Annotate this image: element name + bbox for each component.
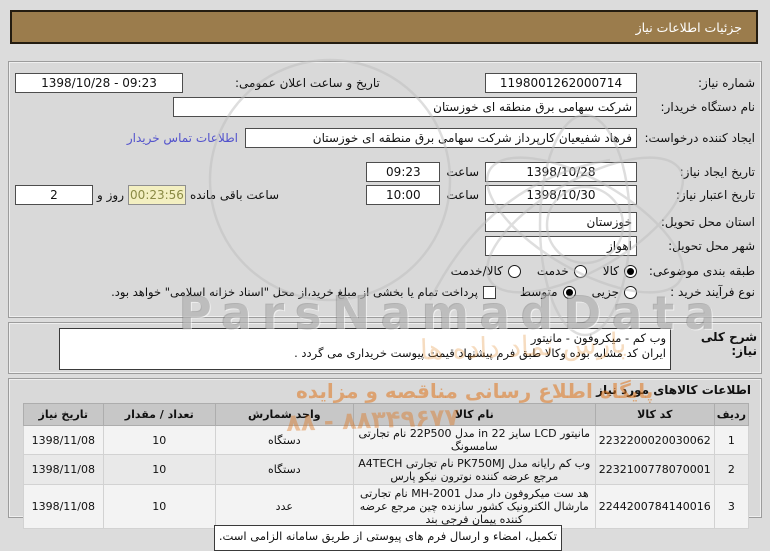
need-details-page: جزئیات اطلاعات نیاز شماره نیاز: 11980012… (0, 0, 770, 551)
days-remaining-label: روز و (97, 188, 124, 202)
need-info-panel: شماره نیاز: 1198001262000714 تاریخ و ساع… (8, 61, 762, 318)
cell-item-name: هد ست میکروفون دار مدل MH-2001 نام تجارت… (352, 484, 596, 529)
page-title-bar: جزئیات اطلاعات نیاز (10, 10, 758, 44)
cell-item-name: مانیتور LCD سایز 22 in مدل 22P500 نام تج… (352, 425, 596, 455)
items-table: ردیف کد کالا نام کالا واحد شمارش تعداد /… (22, 403, 750, 529)
table-row[interactable]: 3 2244200784140016 هد ست میکروفون دار مد… (22, 484, 750, 529)
countdown-timer: 00:23:56 (128, 185, 186, 205)
created-time-field[interactable]: 09:23 (366, 162, 441, 182)
need-number-label: شماره نیاز: (698, 76, 755, 90)
description-line-1: وب کم - میکروفون - مانیتور (530, 331, 666, 345)
cell-item-name: وب کم رایانه مدل PK750MJ نام تجارتی A4TE… (352, 454, 596, 485)
row-need-number: شماره نیاز: 1198001262000714 تاریخ و ساع… (15, 73, 755, 93)
required-items-panel: اطلاعات کالاهای مورد نیاز ردیف کد کالا ن… (8, 378, 762, 529)
description-field[interactable]: وب کم - میکروفون - مانیتور ایران کد مشاب… (59, 328, 671, 370)
treasury-docs-label: پرداخت تمام یا بخشی از مبلغ خرید،از محل … (111, 285, 478, 299)
radio-minor-icon[interactable] (624, 285, 637, 299)
row-process-type: نوع فرآیند خرید : جزیی متوسط پرداخت تمام… (15, 285, 755, 299)
radio-minor-label: جزیی (591, 285, 619, 299)
created-time-label: ساعت (446, 165, 479, 179)
radio-medium-icon[interactable] (562, 285, 576, 299)
validity-date-label: تاریخ اعتبار نیاز: (675, 188, 755, 202)
cell-item-code: 2232100778070001 (594, 454, 715, 485)
radio-option-goods-service[interactable]: کالا/خدمت (451, 264, 521, 278)
radio-option-minor[interactable]: جزیی (592, 285, 637, 299)
cell-item-unit: عدد (214, 484, 354, 529)
cell-item-date: 1398/11/08 (22, 484, 104, 529)
need-number-field[interactable]: 1198001262000714 (485, 73, 637, 93)
process-type-label: نوع فرآیند خرید : (670, 285, 755, 299)
footer-note: تکمیل، امضاء و ارسال فرم های پیوستی از ط… (214, 525, 562, 551)
creator-field[interactable]: فرهاد شفیعیان کارپرداز شرکت سهامی برق من… (245, 128, 637, 148)
col-header-code: کد کالا (594, 403, 715, 426)
radio-goods-service-label: کالا/خدمت (450, 264, 503, 278)
cell-row-number: 1 (713, 425, 750, 455)
cell-item-qty: 10 (102, 484, 216, 529)
cell-item-date: 1398/11/08 (22, 425, 104, 455)
row-created-date: تاریخ ایجاد نیاز: 1398/10/28 ساعت 09:23 (15, 162, 755, 182)
validity-time-field[interactable]: 10:00 (366, 185, 441, 205)
created-date-field[interactable]: 1398/10/28 (485, 162, 637, 182)
radio-goods-label: کالا (602, 264, 619, 278)
col-header-unit: واحد شمارش (214, 403, 354, 426)
city-label: شهر محل تحویل: (668, 239, 755, 253)
buyer-org-field[interactable]: شرکت سهامی برق منطقه ای خوزستان (173, 97, 637, 117)
radio-option-medium[interactable]: متوسط (520, 285, 576, 299)
need-description-panel: شرح کلی نیاز: وب کم - میکروفون - مانیتور… (8, 322, 762, 374)
col-header-row: ردیف (713, 403, 750, 426)
validity-date-field[interactable]: 1398/10/30 (485, 185, 637, 205)
table-row[interactable]: 1 2232200020030062 مانیتور LCD سایز 22 i… (22, 425, 750, 455)
cell-item-qty: 10 (102, 454, 216, 485)
creator-label: ایجاد کننده درخواست: (644, 130, 755, 145)
radio-service-label: خدمت (536, 264, 569, 278)
buyer-org-label: نام دستگاه خریدار: (660, 100, 756, 114)
radio-goods-icon[interactable] (624, 264, 637, 278)
row-buyer-org: نام دستگاه خریدار: شرکت سهامی برق منطقه … (15, 97, 755, 117)
radio-service-icon[interactable] (573, 264, 587, 278)
page-title: جزئیات اطلاعات نیاز (635, 19, 742, 35)
col-header-qty: تعداد / مقدار (102, 403, 216, 426)
col-header-date: تاریخ نیاز (22, 403, 104, 426)
province-field[interactable]: خوزستان (485, 212, 637, 232)
validity-time-label: ساعت (446, 188, 479, 202)
cell-row-number: 2 (713, 454, 750, 485)
created-date-label: تاریخ ایجاد نیاز: (679, 165, 755, 179)
cell-item-qty: 10 (102, 425, 216, 455)
treasury-docs-checkbox[interactable] (482, 285, 496, 299)
cell-item-unit: دستگاه (214, 425, 354, 455)
category-label: طبقه بندی موضوعی: (648, 264, 755, 278)
radio-option-goods[interactable]: کالا (603, 264, 637, 278)
radio-goods-service-icon[interactable] (507, 264, 521, 278)
items-table-header: ردیف کد کالا نام کالا واحد شمارش تعداد /… (22, 403, 750, 426)
description-line-2: ایران کد مشابه بوده وکالا طبق فرم پیشنها… (294, 346, 666, 360)
cell-item-code: 2244200784140016 (594, 484, 715, 529)
remaining-time-label: ساعت باقی مانده (190, 188, 280, 202)
cell-item-unit: دستگاه (214, 454, 354, 485)
row-creator: ایجاد کننده درخواست: فرهاد شفیعیان کارپر… (15, 122, 755, 154)
cell-item-code: 2232200020030062 (594, 425, 715, 455)
cell-row-number: 3 (713, 484, 750, 529)
cell-item-date: 1398/11/08 (22, 454, 104, 485)
radio-medium-label: متوسط (519, 285, 558, 299)
description-label: شرح کلی نیاز: (700, 330, 757, 358)
row-validity-date: تاریخ اعتبار نیاز: 1398/10/30 ساعت 10:00… (15, 185, 755, 205)
announce-datetime-label: تاریخ و ساعت اعلان عمومی: (235, 76, 380, 90)
table-row[interactable]: 2 2232100778070001 وب کم رایانه مدل PK75… (22, 454, 750, 485)
radio-option-service[interactable]: خدمت (537, 264, 587, 278)
row-province: استان محل تحویل: خوزستان (15, 212, 755, 232)
row-category: طبقه بندی موضوعی: کالا خدمت کالا/خدمت (15, 264, 755, 278)
col-header-name: نام کالا (352, 403, 596, 426)
items-section-title: اطلاعات کالاهای مورد نیاز (596, 383, 751, 397)
province-label: استان محل تحویل: (660, 215, 755, 229)
city-field[interactable]: اهواز (485, 236, 637, 256)
buyer-contact-link[interactable]: اطلاعات تماس خریدار (127, 131, 238, 145)
announce-datetime-field[interactable]: 1398/10/28 - 09:23 (15, 73, 183, 93)
days-remaining-field[interactable]: 2 (15, 185, 93, 205)
row-city: شهر محل تحویل: اهواز (15, 236, 755, 256)
